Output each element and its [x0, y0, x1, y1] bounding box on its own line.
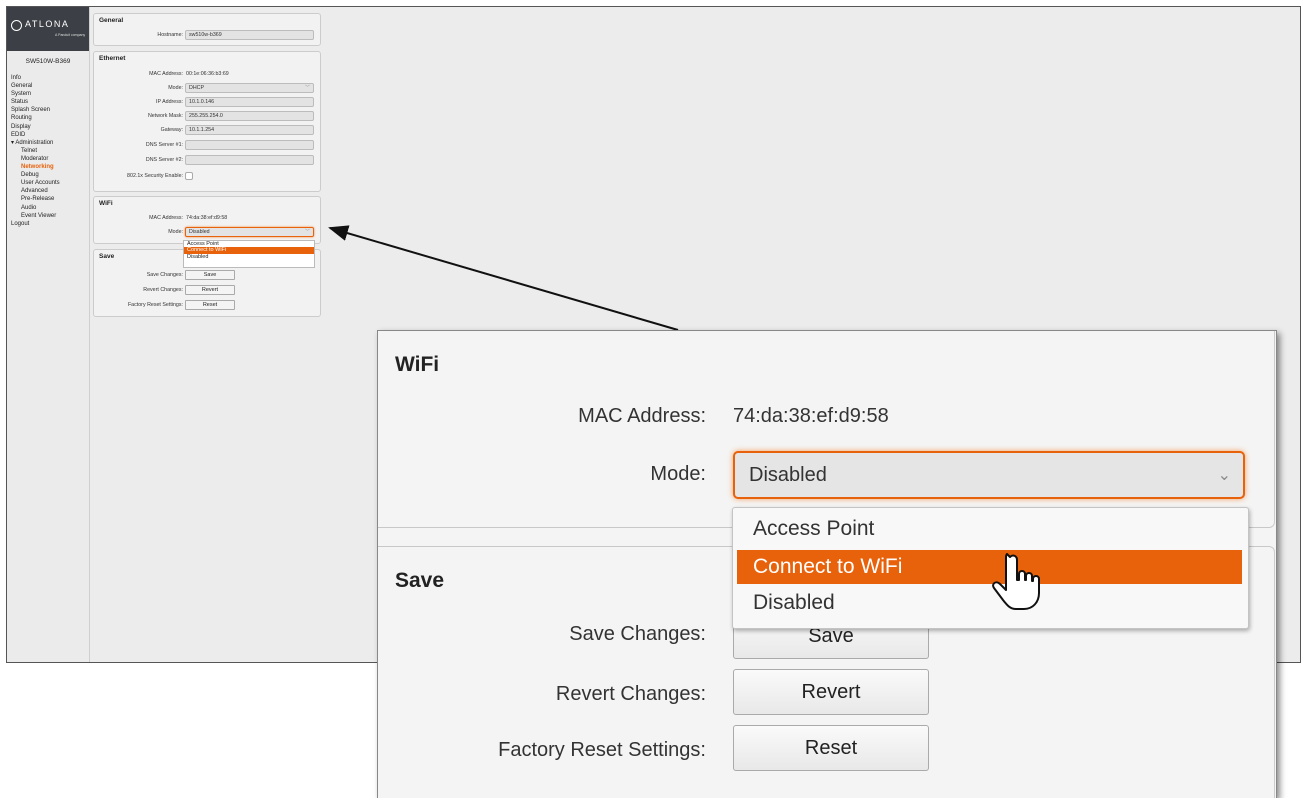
zoom-save-title: Save	[395, 569, 445, 592]
zoom-reset-button[interactable]: Reset	[733, 725, 929, 771]
zoom-wifi-mode-value: Disabled	[749, 464, 827, 486]
zoom-save-label: Save Changes:	[569, 623, 706, 645]
zoom-wifi-mac-value: 74:da:38:ef:d9:58	[733, 405, 889, 427]
hand-pointer-icon	[992, 553, 1040, 610]
zoom-option-connect-to-wifi[interactable]: Connect to WiFi	[737, 550, 1242, 584]
zoom-wifi-title: WiFi	[395, 353, 440, 376]
zoom-wifi-mode-select[interactable]: Disabled ⌄	[733, 451, 1245, 499]
zoom-wifi-panel: WiFi MAC Address: 74:da:38:ef:d9:58 Mode…	[378, 331, 1275, 528]
zoom-wifi-mac-label: MAC Address:	[578, 405, 706, 427]
zoom-reset-label: Factory Reset Settings:	[498, 739, 706, 761]
chevron-down-icon: ⌄	[1217, 467, 1231, 484]
zoom-wifi-mode-dropdown-list: Access Point Connect to WiFi Disabled	[732, 507, 1249, 629]
zoomed-inset: WiFi MAC Address: 74:da:38:ef:d9:58 Mode…	[377, 330, 1277, 798]
zoom-revert-button[interactable]: Revert	[733, 669, 929, 715]
zoom-revert-label: Revert Changes:	[555, 683, 706, 705]
zoom-option-access-point[interactable]: Access Point	[737, 512, 1242, 546]
zoom-wifi-mode-label: Mode:	[650, 463, 706, 485]
zoom-option-disabled[interactable]: Disabled	[737, 586, 1242, 620]
